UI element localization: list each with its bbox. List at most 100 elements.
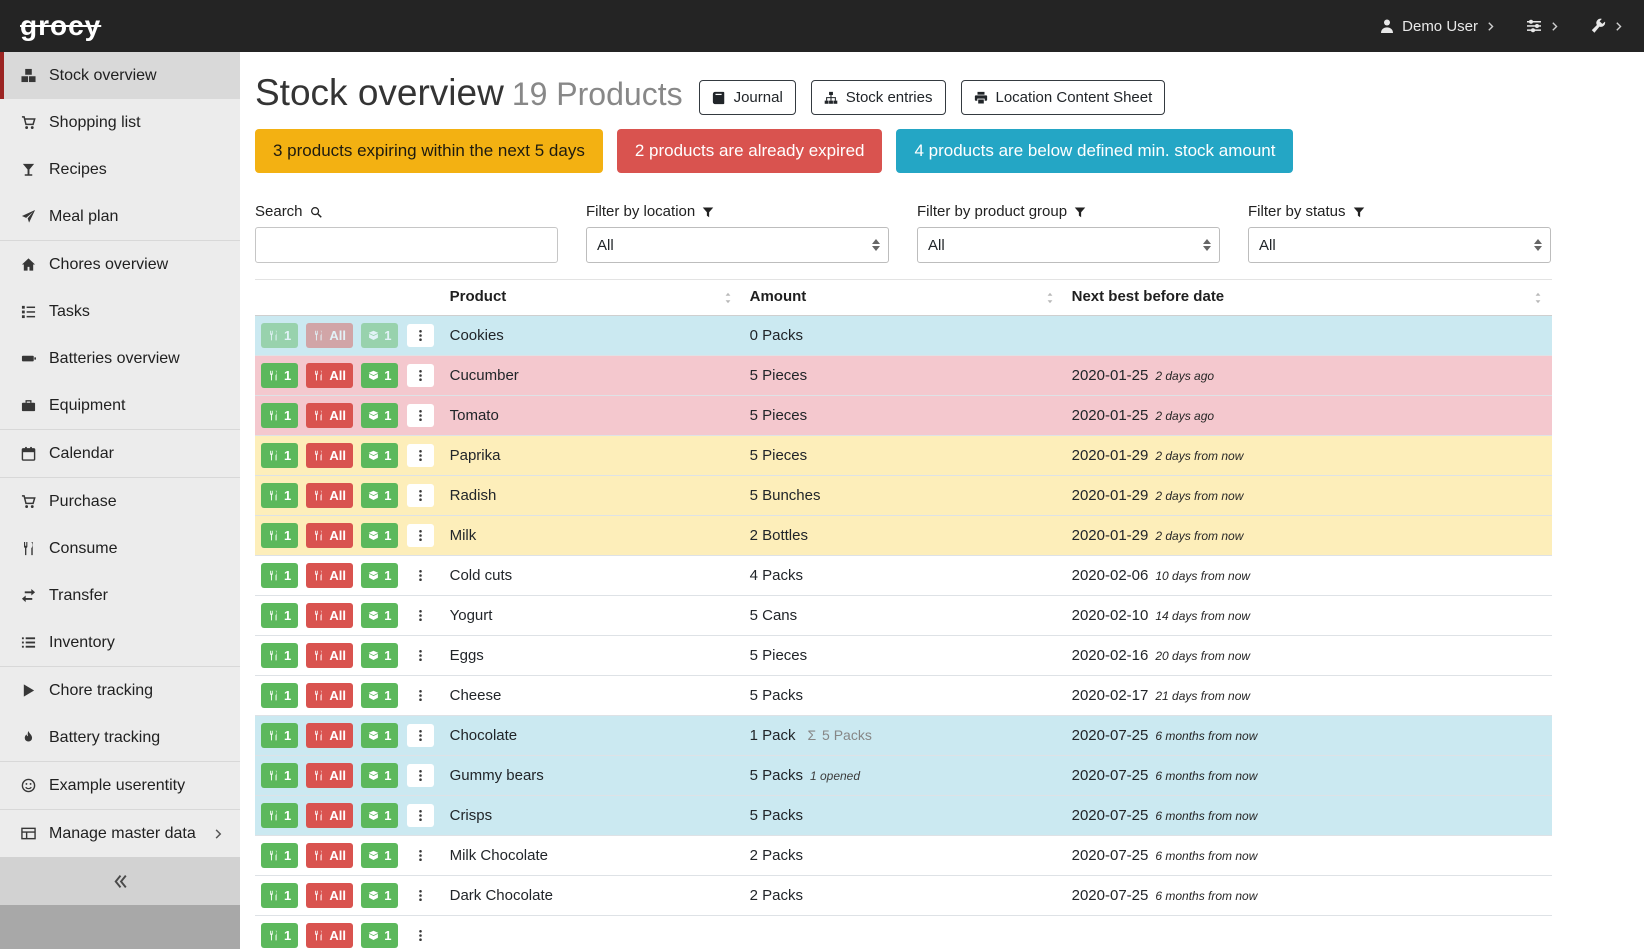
sidebar-item-manage-master-data[interactable]: Manage master data [0, 810, 240, 857]
row-menu-button[interactable] [407, 644, 434, 667]
row-menu-button[interactable] [407, 524, 434, 547]
sidebar-item-meal-plan[interactable]: Meal plan [0, 193, 240, 240]
sidebar-item-example-userentity[interactable]: Example userentity [0, 762, 240, 809]
open-one-button[interactable]: 1 [361, 363, 398, 388]
consume-one-button[interactable]: 1 [261, 763, 298, 788]
sidebar-collapse-button[interactable] [0, 857, 240, 905]
consume-all-button[interactable]: All [306, 803, 353, 828]
row-menu-button[interactable] [407, 604, 434, 627]
row-menu-button[interactable] [407, 724, 434, 747]
open-one-button[interactable]: 1 [361, 323, 398, 348]
consume-one-button[interactable]: 1 [261, 363, 298, 388]
open-one-button[interactable]: 1 [361, 923, 398, 948]
location-content-sheet-button[interactable]: Location Content Sheet [961, 80, 1166, 115]
admin-menu[interactable] [1590, 18, 1624, 34]
search-input[interactable] [255, 227, 558, 263]
open-one-button[interactable]: 1 [361, 643, 398, 668]
sidebar-item-calendar[interactable]: Calendar [0, 430, 240, 477]
sidebar-item-battery-tracking[interactable]: Battery tracking [0, 714, 240, 761]
consume-all-button[interactable]: All [306, 643, 353, 668]
open-one-button[interactable]: 1 [361, 483, 398, 508]
sidebar-item-stock-overview[interactable]: Stock overview [0, 52, 240, 99]
consume-all-button[interactable]: All [306, 843, 353, 868]
user-menu[interactable]: Demo User [1379, 18, 1496, 35]
row-menu-button[interactable] [407, 444, 434, 467]
product-group-select[interactable]: All [918, 228, 1219, 262]
consume-all-button[interactable]: All [306, 323, 353, 348]
row-menu-button[interactable] [407, 564, 434, 587]
alert-info[interactable]: 4 products are below defined min. stock … [896, 129, 1293, 173]
location-select[interactable]: All [587, 228, 888, 262]
settings-menu[interactable] [1526, 18, 1560, 34]
open-one-button[interactable]: 1 [361, 883, 398, 908]
consume-all-button[interactable]: All [306, 603, 353, 628]
row-menu-button[interactable] [407, 804, 434, 827]
status-select[interactable]: All [1249, 228, 1550, 262]
sidebar-item-shopping-list[interactable]: Shopping list [0, 99, 240, 146]
row-menu-button[interactable] [407, 844, 434, 867]
column-amount[interactable]: Amount [742, 280, 1064, 316]
consume-all-button[interactable]: All [306, 363, 353, 388]
row-menu-button[interactable] [407, 684, 434, 707]
consume-one-button[interactable]: 1 [261, 323, 298, 348]
open-one-button[interactable]: 1 [361, 603, 398, 628]
consume-all-button[interactable]: All [306, 443, 353, 468]
consume-one-button[interactable]: 1 [261, 523, 298, 548]
open-one-button[interactable]: 1 [361, 723, 398, 748]
open-one-button[interactable]: 1 [361, 403, 398, 428]
sidebar-item-equipment[interactable]: Equipment [0, 382, 240, 429]
consume-one-button[interactable]: 1 [261, 683, 298, 708]
alert-danger[interactable]: 2 products are already expired [617, 129, 883, 173]
open-one-button[interactable]: 1 [361, 683, 398, 708]
consume-one-button[interactable]: 1 [261, 843, 298, 868]
open-one-button[interactable]: 1 [361, 843, 398, 868]
row-menu-button[interactable] [407, 764, 434, 787]
row-menu-button[interactable] [407, 484, 434, 507]
consume-all-button[interactable]: All [306, 563, 353, 588]
consume-one-button[interactable]: 1 [261, 883, 298, 908]
sidebar-item-transfer[interactable]: Transfer [0, 572, 240, 619]
sidebar-item-recipes[interactable]: Recipes [0, 146, 240, 193]
consume-all-button[interactable]: All [306, 483, 353, 508]
open-one-button[interactable]: 1 [361, 563, 398, 588]
sidebar-item-chore-tracking[interactable]: Chore tracking [0, 667, 240, 714]
open-one-button[interactable]: 1 [361, 803, 398, 828]
consume-one-button[interactable]: 1 [261, 923, 298, 948]
alert-warning[interactable]: 3 products expiring within the next 5 da… [255, 129, 603, 173]
consume-one-button[interactable]: 1 [261, 443, 298, 468]
sort-icon[interactable] [722, 292, 734, 304]
consume-all-button[interactable]: All [306, 403, 353, 428]
sidebar-item-batteries-overview[interactable]: Batteries overview [0, 335, 240, 382]
stock-entries-button[interactable]: Stock entries [811, 80, 946, 115]
open-one-button[interactable]: 1 [361, 523, 398, 548]
app-logo[interactable]: grocy [20, 10, 101, 42]
row-menu-button[interactable] [407, 884, 434, 907]
row-menu-button[interactable] [407, 404, 434, 427]
consume-one-button[interactable]: 1 [261, 643, 298, 668]
row-menu-button[interactable] [407, 364, 434, 387]
consume-one-button[interactable]: 1 [261, 483, 298, 508]
column-product[interactable]: Product [442, 280, 742, 316]
sort-icon[interactable] [1044, 292, 1056, 304]
sidebar-item-consume[interactable]: Consume [0, 525, 240, 572]
open-one-button[interactable]: 1 [361, 763, 398, 788]
sidebar-item-inventory[interactable]: Inventory [0, 619, 240, 666]
consume-one-button[interactable]: 1 [261, 803, 298, 828]
sidebar-item-tasks[interactable]: Tasks [0, 288, 240, 335]
consume-all-button[interactable]: All [306, 723, 353, 748]
row-menu-button[interactable] [407, 924, 434, 947]
column-next-best-before-date[interactable]: Next best before date [1064, 280, 1552, 316]
sidebar-item-purchase[interactable]: Purchase [0, 478, 240, 525]
row-menu-button[interactable] [407, 324, 434, 347]
journal-button[interactable]: Journal [699, 80, 796, 115]
consume-all-button[interactable]: All [306, 883, 353, 908]
consume-one-button[interactable]: 1 [261, 403, 298, 428]
consume-one-button[interactable]: 1 [261, 603, 298, 628]
consume-one-button[interactable]: 1 [261, 563, 298, 588]
open-one-button[interactable]: 1 [361, 443, 398, 468]
consume-all-button[interactable]: All [306, 763, 353, 788]
consume-all-button[interactable]: All [306, 683, 353, 708]
consume-all-button[interactable]: All [306, 523, 353, 548]
consume-one-button[interactable]: 1 [261, 723, 298, 748]
sidebar-item-chores-overview[interactable]: Chores overview [0, 241, 240, 288]
